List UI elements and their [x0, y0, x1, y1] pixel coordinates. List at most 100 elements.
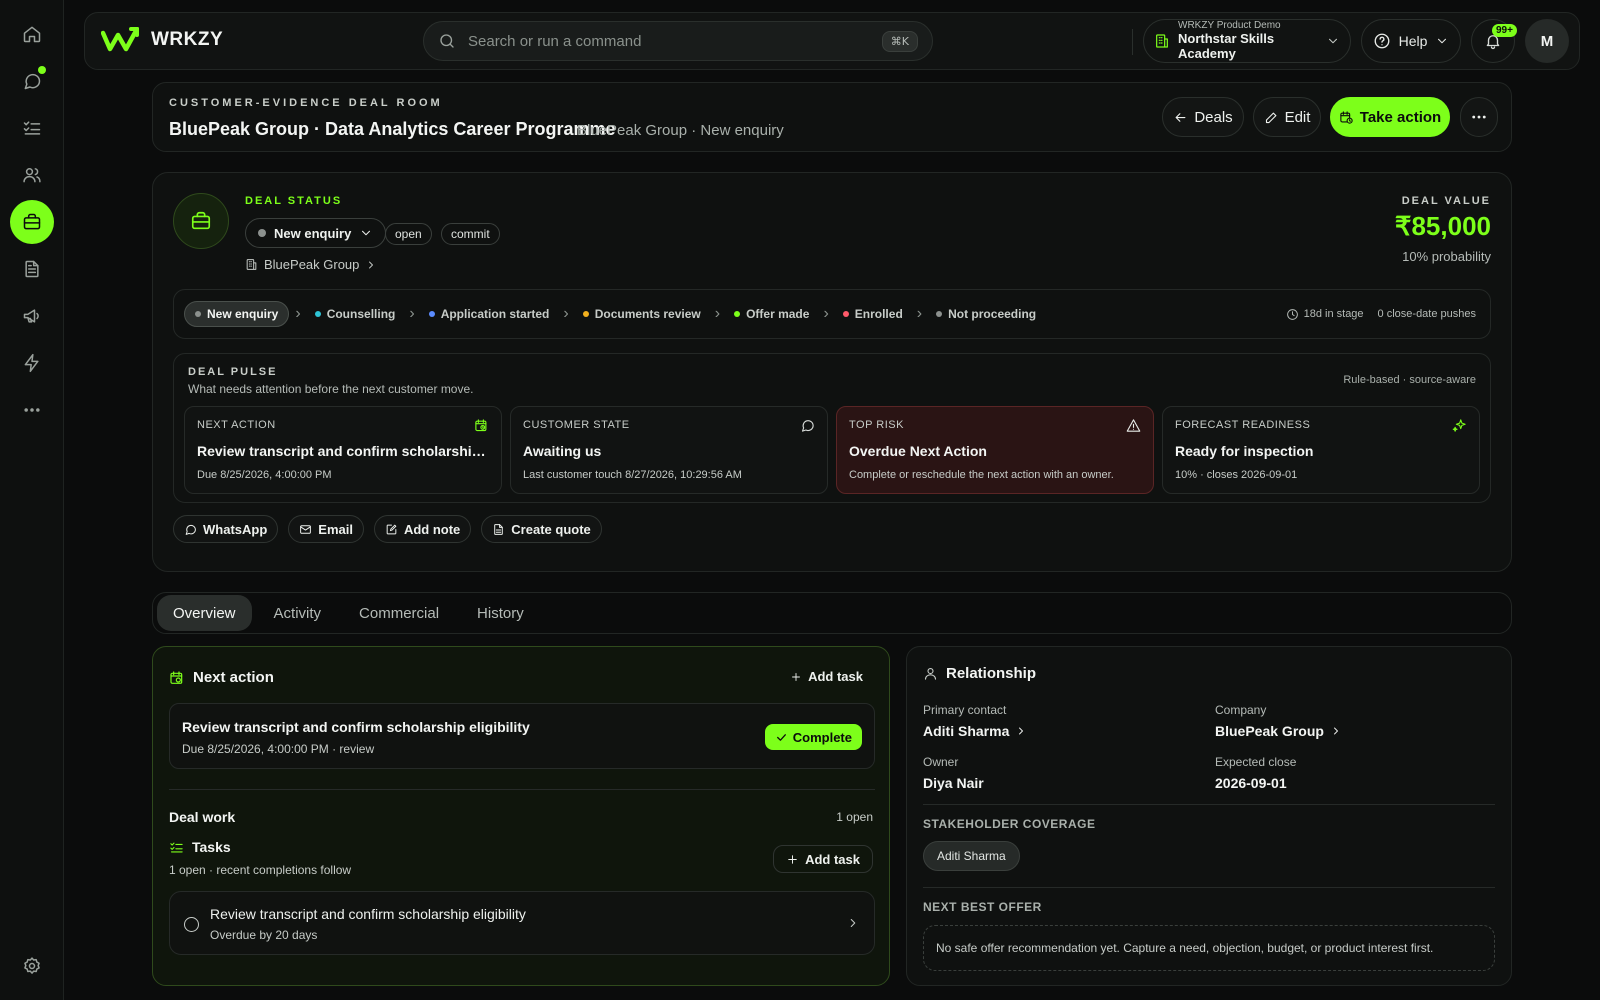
stage-enrolled[interactable]: Enrolled — [835, 301, 911, 327]
pulse-card-next-action[interactable]: NEXT ACTION Review transcript and confir… — [184, 406, 502, 494]
stakeholder-chip[interactable]: Aditi Sharma — [923, 841, 1020, 871]
pulse-card-sub: 10% · closes 2026-09-01 — [1175, 469, 1298, 481]
deal-avatar — [173, 193, 229, 249]
page-subtitle: BluePeak Group · New enquiry — [577, 122, 784, 139]
org-switcher[interactable]: WRKZY Product Demo Northstar Skills Acad… — [1143, 19, 1351, 63]
create-quote-label: Create quote — [511, 521, 591, 537]
home-icon — [23, 26, 41, 43]
document-icon — [494, 523, 504, 535]
nav-documents[interactable] — [12, 249, 52, 289]
stage-meta: 18d in stage 0 close-date pushes — [1286, 308, 1480, 321]
stage-value: New enquiry — [274, 225, 352, 241]
stage-not-proceeding[interactable]: Not proceeding — [928, 301, 1044, 327]
brand[interactable]: WRKZY — [101, 27, 223, 53]
nav-inbox[interactable] — [12, 61, 52, 101]
stage-select[interactable]: New enquiry — [245, 218, 387, 248]
stage-dot — [314, 311, 321, 317]
pulse-card-top-risk[interactable]: TOP RISK Overdue Next Action Complete or… — [836, 406, 1154, 494]
next-action-task[interactable]: Review transcript and confirm scholarshi… — [169, 703, 875, 769]
stage-label: New enquiry — [207, 307, 279, 321]
task-overdue: Overdue by 20 days — [210, 928, 318, 942]
nav-tasks[interactable] — [12, 108, 52, 148]
add-note-button[interactable]: Add note — [373, 515, 472, 543]
stage-documents-review[interactable]: Documents review — [575, 301, 709, 327]
search-icon — [440, 34, 454, 48]
stage-application-started[interactable]: Application started — [421, 301, 558, 327]
tab-activity[interactable]: Activity — [258, 595, 338, 631]
company-link[interactable]: BluePeak Group — [1215, 723, 1342, 739]
chat-icon — [24, 73, 41, 90]
chat-icon — [185, 524, 196, 535]
tasks-title: Tasks — [192, 839, 231, 855]
note-edit-icon — [386, 524, 397, 534]
company-link[interactable]: BluePeak Group — [245, 257, 377, 272]
create-quote-button[interactable]: Create quote — [481, 515, 602, 543]
nav-campaigns[interactable] — [12, 296, 52, 336]
add-task-button[interactable]: Add task — [773, 845, 873, 873]
stage-dot — [258, 229, 266, 237]
nav-settings[interactable] — [12, 946, 52, 986]
mail-icon — [300, 524, 312, 534]
task-title: Review transcript and confirm scholarshi… — [210, 906, 526, 922]
user-avatar[interactable]: M — [1525, 19, 1569, 63]
owner-name: Diya Nair — [923, 775, 984, 791]
checklist-icon — [170, 842, 183, 852]
stage-dot — [428, 311, 435, 317]
edit-button[interactable]: Edit — [1253, 97, 1321, 137]
deal-value: ₹85,000 — [1394, 211, 1491, 241]
primary-contact-link[interactable]: Aditi Sharma — [923, 723, 1027, 739]
stage-pipeline: New enquiry › Counselling › Application … — [173, 289, 1491, 339]
next-action-card: Next action Add task Review transcript a… — [152, 646, 890, 986]
chevron-right-icon: › — [714, 305, 721, 322]
search-input[interactable] — [468, 32, 882, 50]
chevron-right-icon — [1333, 727, 1338, 735]
complete-button[interactable]: Complete — [764, 724, 862, 750]
stage-offer-made[interactable]: Offer made — [726, 301, 817, 327]
forecast-chip-commit: commit — [441, 223, 500, 245]
help-button[interactable]: Help — [1361, 19, 1461, 63]
primary-contact-label: Primary contact — [923, 703, 1007, 717]
nav-deals[interactable] — [10, 200, 54, 244]
stage-counselling[interactable]: Counselling — [307, 301, 404, 327]
chevron-right-icon — [1019, 727, 1024, 735]
email-button[interactable]: Email — [288, 515, 364, 543]
pulse-card-customer-state[interactable]: CUSTOMER STATE Awaiting us Last customer… — [510, 406, 828, 494]
deal-work-count: 1 open — [836, 810, 873, 824]
nav-more[interactable] — [12, 390, 52, 430]
stage-label: Enrolled — [854, 307, 903, 321]
divider — [923, 887, 1495, 888]
pulse-card-sub: Due 8/25/2026, 4:00:00 PM — [197, 469, 332, 481]
task-row[interactable]: Review transcript and confirm scholarshi… — [169, 891, 875, 955]
pulse-card-sub: Last customer touch 8/27/2026, 10:29:56 … — [523, 469, 742, 481]
deal-work-title: Deal work — [169, 809, 236, 825]
users-icon — [23, 168, 41, 183]
stage-new-enquiry[interactable]: New enquiry — [184, 301, 290, 327]
more-options-button[interactable] — [1460, 97, 1498, 137]
task-complete-checkbox[interactable] — [184, 917, 199, 932]
nav-home[interactable] — [12, 14, 52, 54]
shortcut-hint: ⌘K — [881, 30, 918, 52]
add-task-button[interactable]: Add task — [790, 669, 863, 684]
tab-history[interactable]: History — [461, 595, 540, 631]
nav-automations[interactable] — [12, 343, 52, 383]
whatsapp-button[interactable]: WhatsApp — [173, 515, 279, 543]
tab-commercial[interactable]: Commercial — [343, 595, 455, 631]
page-title: BluePeak Group · Data Analytics Career P… — [169, 119, 616, 139]
pulse-card-label: NEXT ACTION — [197, 419, 276, 431]
nav-contacts[interactable] — [12, 155, 52, 195]
stage-dot — [734, 311, 741, 317]
unread-dot — [38, 66, 46, 74]
document-icon — [25, 260, 39, 278]
command-search[interactable]: ⌘K — [423, 21, 933, 61]
notifications-button[interactable]: 99+ — [1471, 19, 1517, 63]
add-task-label: Add task — [805, 851, 860, 867]
pulse-card-forecast-readiness[interactable]: FORECAST READINESS Ready for inspection … — [1162, 406, 1480, 494]
tasks-heading: Tasks — [169, 839, 231, 855]
tab-overview[interactable]: Overview — [157, 595, 252, 631]
bolt-icon — [24, 353, 39, 373]
calendar-clock-icon — [1340, 110, 1353, 124]
expected-close-date: 2026-09-01 — [1215, 775, 1287, 791]
complete-label: Complete — [792, 729, 852, 745]
back-to-deals-button[interactable]: Deals — [1162, 97, 1244, 137]
take-action-button[interactable]: Take action — [1330, 97, 1450, 137]
